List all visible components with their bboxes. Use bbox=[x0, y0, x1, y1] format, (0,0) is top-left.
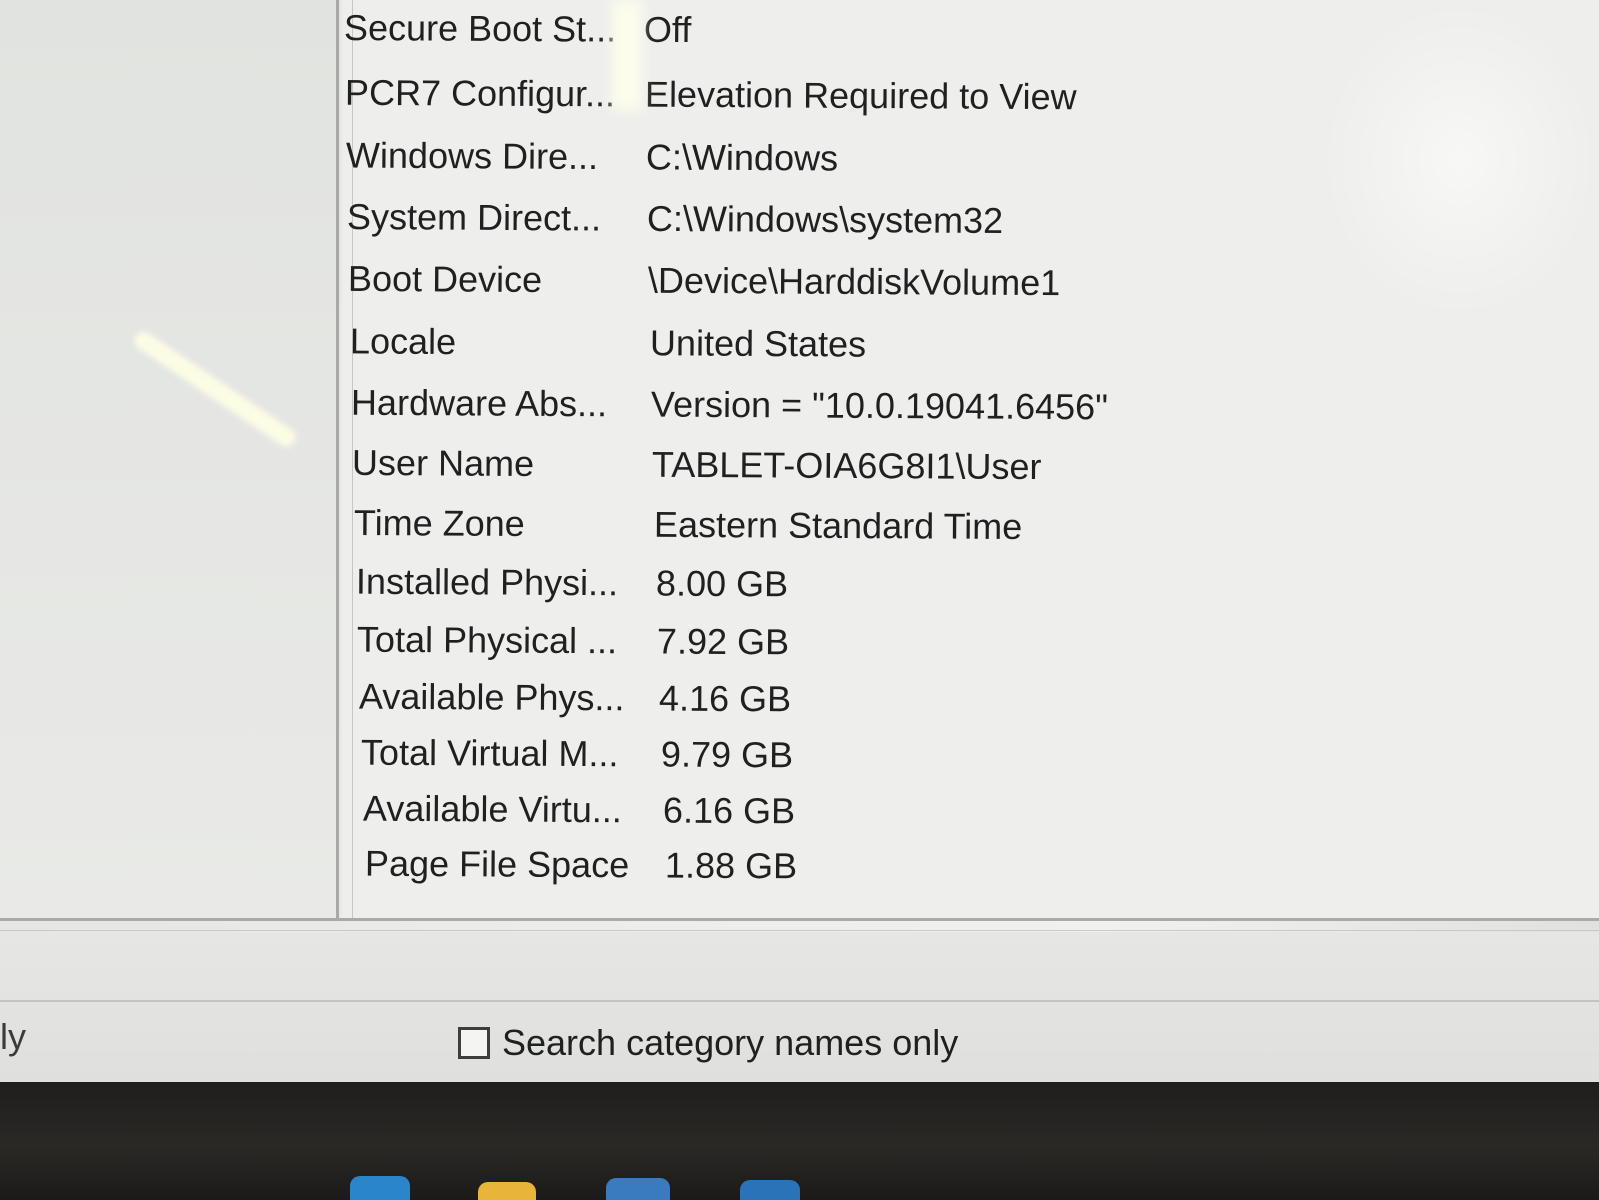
file-explorer-icon[interactable] bbox=[478, 1182, 536, 1200]
list-item[interactable]: Locale United States bbox=[350, 312, 866, 373]
item-value: 9.79 GB bbox=[660, 733, 794, 776]
list-item[interactable]: Hardware Abs... Version = "10.0.19041.64… bbox=[351, 374, 1108, 437]
list-item[interactable]: Installed Physi... 8.00 GB bbox=[356, 553, 788, 614]
item-value: 4.16 GB bbox=[658, 677, 792, 720]
item-name: Windows Dire... bbox=[345, 134, 599, 178]
item-value: 6.16 GB bbox=[662, 789, 796, 832]
search-selected-category-label: ly bbox=[0, 1016, 26, 1057]
list-item[interactable]: Windows Dire... C:\Windows bbox=[346, 126, 838, 187]
item-value: 1.88 GB bbox=[664, 844, 798, 887]
item-name: Time Zone bbox=[353, 501, 525, 545]
item-name: Available Virtu... bbox=[362, 787, 622, 831]
list-item[interactable]: User Name TABLET-OIA6G8I1\User bbox=[352, 434, 1042, 496]
screen: Secure Boot St... Off PCR7 Configur... E… bbox=[0, 0, 1599, 1200]
screen-glare-vertical bbox=[612, 0, 642, 110]
screen-reflection bbox=[1320, 0, 1599, 320]
list-bottom-border bbox=[0, 918, 1599, 921]
item-name: Available Phys... bbox=[358, 675, 625, 719]
list-item[interactable]: Time Zone Eastern Standard Time bbox=[354, 494, 1023, 556]
item-value: 8.00 GB bbox=[655, 562, 789, 605]
item-value: Eastern Standard Time bbox=[653, 503, 1023, 548]
pane-splitter[interactable] bbox=[336, 0, 339, 920]
item-name: System Direct... bbox=[346, 195, 602, 239]
item-value: \Device\HarddiskVolume1 bbox=[647, 259, 1061, 304]
item-value: C:\Windows bbox=[645, 136, 839, 179]
item-value: 7.92 GB bbox=[656, 620, 790, 663]
item-value: TABLET-OIA6G8I1\User bbox=[651, 443, 1042, 488]
list-item[interactable]: System Direct... C:\Windows\system32 bbox=[347, 188, 1003, 250]
item-name: Locale bbox=[349, 320, 457, 363]
search-category-names-only-label: Search category names only bbox=[502, 1022, 959, 1063]
find-bar-divider bbox=[0, 1000, 1599, 1002]
item-name: PCR7 Configur... bbox=[344, 71, 616, 115]
category-tree-pane[interactable] bbox=[0, 0, 340, 920]
item-name: Hardware Abs... bbox=[350, 381, 608, 425]
item-name: Boot Device bbox=[347, 257, 543, 301]
item-name: Installed Physi... bbox=[355, 560, 619, 604]
store-icon[interactable] bbox=[606, 1178, 670, 1200]
list-item[interactable]: Total Virtual M... 9.79 GB bbox=[361, 724, 793, 785]
list-item[interactable]: Total Physical ... 7.92 GB bbox=[357, 611, 789, 672]
list-item[interactable]: Available Virtu... 6.16 GB bbox=[363, 780, 795, 841]
list-bottom-border-inner bbox=[0, 930, 1599, 931]
app-icon[interactable] bbox=[740, 1180, 800, 1200]
item-name: Total Virtual M... bbox=[360, 731, 619, 775]
item-name: User Name bbox=[351, 441, 535, 485]
item-value: United States bbox=[649, 322, 867, 365]
item-value: Elevation Required to View bbox=[644, 73, 1077, 118]
list-item[interactable]: Page File Space 1.88 GB bbox=[365, 835, 797, 896]
item-name: Total Physical ... bbox=[356, 618, 618, 662]
item-value: Off bbox=[643, 8, 692, 51]
item-value: C:\Windows\system32 bbox=[646, 197, 1004, 242]
search-category-names-only-option[interactable]: Search category names only bbox=[458, 1022, 958, 1064]
item-name: Page File Space bbox=[364, 842, 630, 886]
taskbar bbox=[0, 1082, 1599, 1200]
edge-icon[interactable] bbox=[350, 1176, 410, 1200]
item-value: Version = "10.0.19041.6456" bbox=[650, 383, 1109, 428]
item-name: Secure Boot St... bbox=[343, 6, 617, 50]
search-category-names-only-checkbox[interactable] bbox=[458, 1027, 490, 1059]
list-item[interactable]: PCR7 Configur... Elevation Required to V… bbox=[345, 64, 1077, 126]
list-item[interactable]: Available Phys... 4.16 GB bbox=[359, 668, 791, 729]
list-item[interactable]: Boot Device \Device\HarddiskVolume1 bbox=[348, 250, 1061, 312]
